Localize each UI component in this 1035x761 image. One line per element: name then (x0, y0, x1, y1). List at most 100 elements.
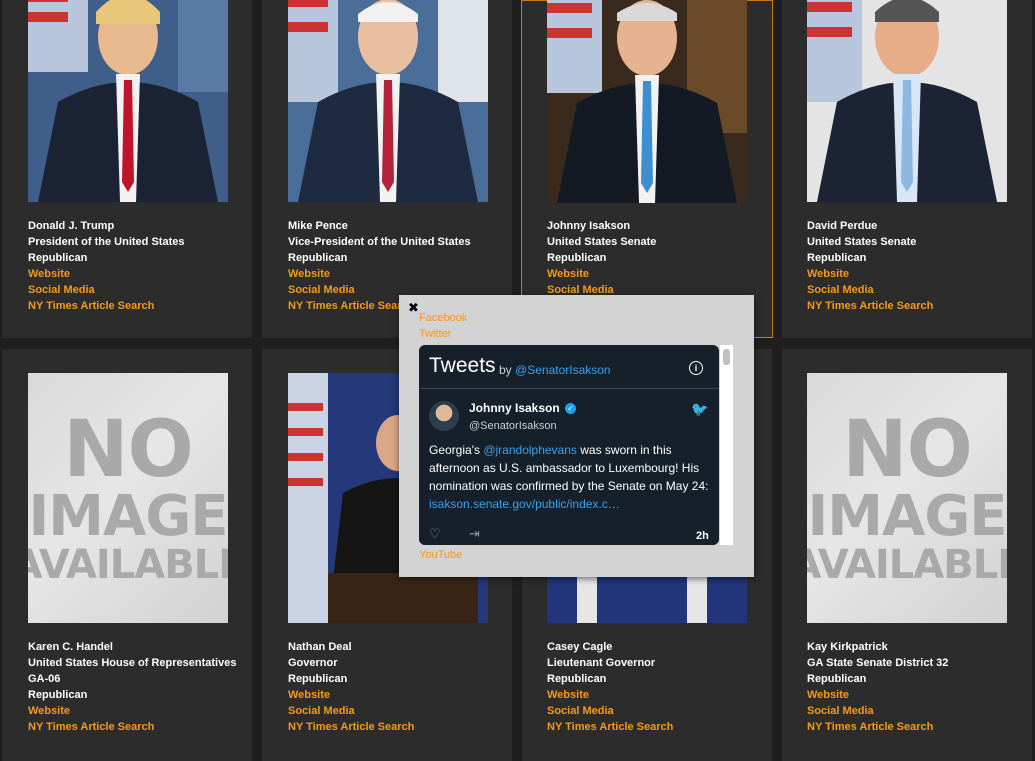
official-photo: NO IMAGE AVAILABLE (807, 373, 1007, 623)
official-role: Governor (288, 657, 338, 669)
nytimes-search-link[interactable]: NY Times Article Search (547, 719, 673, 735)
nytimes-search-link[interactable]: NY Times Article Search (288, 719, 414, 735)
official-info: Donald J. Trump President of the United … (28, 218, 184, 314)
by-label: by (499, 363, 512, 377)
official-name: David Perdue (807, 220, 878, 232)
social-media-link[interactable]: Social Media (28, 282, 184, 298)
portrait-image (28, 0, 228, 202)
official-role: President of the United States (28, 236, 185, 248)
official-party: Republican (807, 673, 867, 685)
official-card: NO IMAGE AVAILABLE Kay Kirkpatrick GA St… (782, 349, 1032, 761)
no-image-placeholder: NO IMAGE AVAILABLE (28, 373, 228, 623)
official-role: Vice-President of the United States (288, 236, 471, 248)
info-icon[interactable]: i (689, 361, 703, 375)
tweet-author-handle[interactable]: @SenatorIsakson (469, 420, 557, 432)
timeline-title: Tweets (429, 354, 496, 377)
verified-badge-icon: ✓ (565, 403, 576, 414)
official-card: Donald J. Trump President of the United … (2, 0, 252, 338)
social-media-link[interactable]: Social Media (547, 703, 673, 719)
twitter-bird-icon[interactable]: 🐦 (691, 401, 708, 418)
social-media-link[interactable]: Social Media (807, 282, 933, 298)
mention-link[interactable]: @jrandolphevans (483, 443, 577, 457)
twitter-timeline-widget[interactable]: Tweets by @SenatorIsakson i Johnny Isaks… (419, 345, 719, 545)
no-image-text: NO (842, 405, 973, 495)
website-link[interactable]: Website (547, 687, 673, 703)
nytimes-search-link[interactable]: NY Times Article Search (28, 298, 184, 314)
official-card: Mike Pence Vice-President of the United … (262, 0, 512, 338)
official-role: GA State Senate District 32 (807, 657, 949, 669)
official-role: United States Senate (807, 236, 917, 248)
no-image-text: NO (63, 405, 194, 495)
tweet-author-name[interactable]: Johnny Isakson (469, 401, 560, 415)
official-name: Nathan Deal (288, 641, 352, 653)
official-name: Karen C. Handel (28, 641, 113, 653)
official-role: Lieutenant Governor (547, 657, 656, 669)
official-party: Republican (288, 252, 348, 264)
official-card: Johnny Isakson United States Senate Repu… (521, 0, 773, 338)
official-name: Johnny Isakson (547, 220, 631, 232)
official-card: David Perdue United States Senate Republ… (782, 0, 1032, 338)
official-card: NO IMAGE AVAILABLE Karen C. Handel Unite… (2, 349, 252, 761)
portrait-image (547, 0, 747, 203)
portrait-image (807, 0, 1007, 202)
close-icon[interactable]: ✖ (408, 300, 419, 316)
website-link[interactable]: Website (28, 266, 184, 282)
tweet-text: Georgia's @jrandolphevans was sworn in t… (429, 441, 714, 513)
website-link[interactable]: Website (288, 687, 414, 703)
official-party: Republican (288, 673, 348, 685)
official-name: Casey Cagle (547, 641, 613, 653)
tweet-text-part: Georgia's (429, 443, 484, 457)
no-image-text: AVAILABLE (807, 542, 1007, 588)
youtube-link[interactable]: YouTube (419, 549, 462, 561)
portrait-image (288, 0, 488, 202)
official-party: Republican (28, 252, 88, 264)
official-party: Republican (547, 252, 607, 264)
timeline-header: Tweets by @SenatorIsakson i (419, 345, 719, 389)
official-info: David Perdue United States Senate Republ… (807, 218, 933, 314)
website-link[interactable]: Website (288, 266, 471, 282)
official-info: Nathan Deal Governor Republican Website … (288, 639, 414, 735)
official-party: Republican (28, 689, 88, 701)
like-heart-icon[interactable]: ♡ (429, 526, 441, 542)
official-info: Kay Kirkpatrick GA State Senate District… (807, 639, 948, 735)
official-role: United States Senate (547, 236, 657, 248)
official-photo (547, 0, 747, 203)
official-photo (288, 0, 488, 202)
timeline-by: by @SenatorIsakson (499, 363, 611, 377)
official-role: United States House of Representatives (28, 657, 237, 669)
official-district: GA-06 (28, 673, 61, 685)
scrollbar-thumb[interactable] (723, 349, 730, 365)
tweet-url-link[interactable]: isakson.senate.gov/public/index.c… (429, 497, 620, 511)
official-name: Mike Pence (288, 220, 348, 232)
official-photo (28, 0, 228, 202)
nytimes-search-link[interactable]: NY Times Article Search (807, 298, 933, 314)
tweet-timestamp[interactable]: 2h (696, 530, 709, 542)
twitter-link[interactable]: Twitter (419, 328, 451, 340)
avatar[interactable] (429, 401, 459, 431)
no-image-text: IMAGE (807, 484, 1007, 549)
timeline-scrollbar[interactable] (720, 345, 733, 545)
website-link[interactable]: Website (807, 266, 933, 282)
official-party: Republican (547, 673, 607, 685)
no-image-text: IMAGE (28, 484, 228, 549)
website-link[interactable]: Website (547, 266, 656, 282)
official-name: Donald J. Trump (28, 220, 115, 232)
official-info: Casey Cagle Lieutenant Governor Republic… (547, 639, 673, 735)
website-link[interactable]: Website (807, 687, 948, 703)
website-link[interactable]: Website (28, 703, 236, 719)
no-image-placeholder: NO IMAGE AVAILABLE (807, 373, 1007, 623)
official-info: Karen C. Handel United States House of R… (28, 639, 236, 735)
no-image-text: AVAILABLE (28, 542, 228, 588)
nytimes-search-link[interactable]: NY Times Article Search (28, 719, 236, 735)
timeline-handle-link[interactable]: @SenatorIsakson (515, 363, 611, 377)
official-photo: NO IMAGE AVAILABLE (28, 373, 228, 623)
official-party: Republican (807, 252, 867, 264)
official-info: Johnny Isakson United States Senate Repu… (547, 218, 656, 298)
official-name: Kay Kirkpatrick (807, 641, 888, 653)
official-photo (807, 0, 1007, 202)
social-media-link[interactable]: Social Media (288, 703, 414, 719)
share-icon[interactable]: ⇥ (469, 526, 480, 542)
nytimes-search-link[interactable]: NY Times Article Search (807, 719, 948, 735)
social-media-link[interactable]: Social Media (807, 703, 948, 719)
facebook-link[interactable]: Facebook (419, 312, 467, 324)
